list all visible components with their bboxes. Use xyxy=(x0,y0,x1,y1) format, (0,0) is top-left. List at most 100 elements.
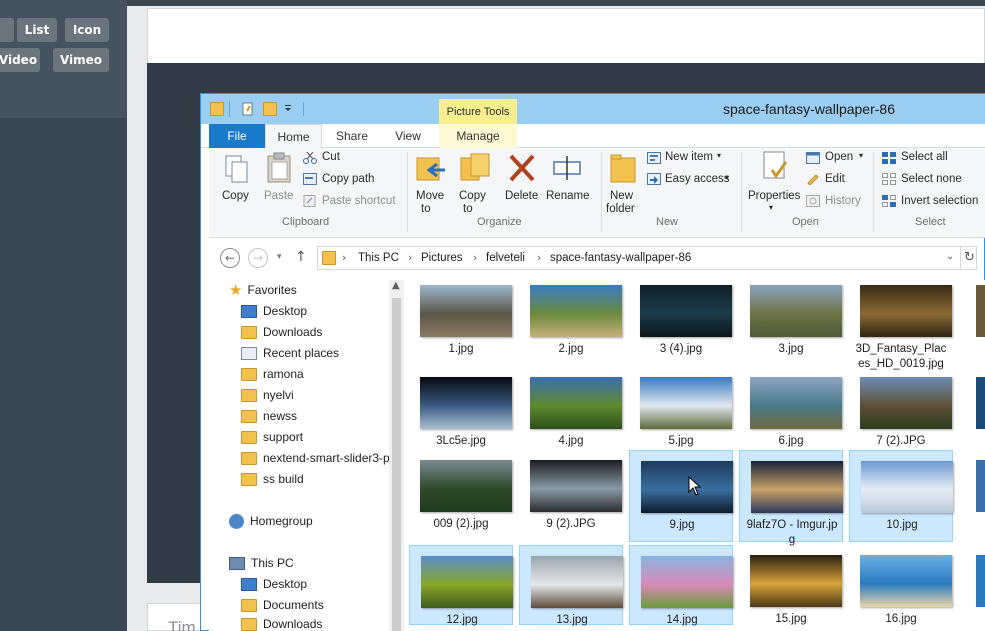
breadcrumb-current-folder[interactable]: space-fantasy-wallpaper-86 xyxy=(550,252,691,264)
move-to-button[interactable]: Move xyxy=(416,190,444,202)
breadcrumb-separator[interactable]: › xyxy=(342,251,346,264)
properties-icon[interactable] xyxy=(241,102,255,116)
properties-button[interactable]: Properties xyxy=(748,190,800,202)
move-to-button-label[interactable]: to xyxy=(421,203,431,215)
file-tile[interactable]: 6.jpg xyxy=(739,367,843,447)
delete-icon[interactable] xyxy=(507,152,537,184)
chevron-down-icon[interactable]: ▾ xyxy=(769,203,773,212)
refresh-icon[interactable]: ↻ xyxy=(964,250,975,265)
nav-item-newss[interactable]: newss xyxy=(241,406,297,426)
recent-locations-chevron-icon[interactable]: ▾ xyxy=(277,252,282,262)
history-button[interactable]: History xyxy=(825,195,861,207)
rename-button[interactable]: Rename xyxy=(546,190,589,202)
copy-to-button-label[interactable]: to xyxy=(463,203,473,215)
delete-button[interactable]: Delete xyxy=(505,190,538,202)
image-thumbnail-partial[interactable] xyxy=(976,460,985,512)
chevron-down-icon[interactable]: ▾ xyxy=(859,151,863,160)
file-tile[interactable]: 3Lc5e.jpg xyxy=(409,367,513,447)
file-tile[interactable]: 12.jpg xyxy=(409,545,513,626)
nav-favorites[interactable]: ★ Favorites xyxy=(229,280,297,300)
navigation-scrollbar[interactable]: ▲ xyxy=(389,280,404,631)
copy-path-button[interactable]: Copy path xyxy=(322,173,374,185)
cut-button[interactable]: Cut xyxy=(322,151,340,163)
file-tile[interactable]: 009 (2).jpg xyxy=(409,450,513,542)
back-arrow-icon[interactable]: ← xyxy=(220,248,240,268)
tab-view[interactable]: View xyxy=(383,124,433,148)
image-thumbnail-partial[interactable] xyxy=(976,555,985,607)
file-tile[interactable]: 9.jpg xyxy=(629,450,733,542)
background-vimeo-button[interactable]: Vimeo xyxy=(53,48,109,72)
file-tile[interactable]: 9 (2).JPG xyxy=(519,450,623,542)
breadcrumb-separator[interactable]: › xyxy=(537,251,541,264)
new-folder-icon[interactable] xyxy=(609,152,637,184)
edit-button[interactable]: Edit xyxy=(825,173,845,185)
nav-pc-downloads[interactable]: Downloads xyxy=(241,616,322,631)
select-none-button[interactable]: Select none xyxy=(901,173,962,185)
nav-item-nyelvi[interactable]: nyelvi xyxy=(241,385,294,405)
file-tile[interactable]: 14.jpg xyxy=(629,545,733,626)
rename-icon[interactable] xyxy=(552,152,582,184)
breadcrumb-pictures[interactable]: Pictures xyxy=(421,252,463,264)
background-video-button[interactable]: Video xyxy=(0,48,40,72)
select-all-button[interactable]: Select all xyxy=(901,151,948,163)
scrollbar-thumb[interactable] xyxy=(392,298,401,631)
chevron-down-icon[interactable] xyxy=(283,102,293,116)
move-to-icon[interactable] xyxy=(415,152,447,184)
address-bar[interactable]: › This PC › Pictures › felveteli › space… xyxy=(317,246,977,270)
file-tile[interactable]: 3D_Fantasy_Places_HD_0019.jpg xyxy=(849,280,953,370)
copy-button[interactable]: Copy xyxy=(222,190,249,202)
new-item-button[interactable]: New item xyxy=(665,151,713,163)
file-tile[interactable]: 4.jpg xyxy=(519,367,623,447)
file-tile[interactable]: 15.jpg xyxy=(739,545,843,625)
tab-home[interactable]: Home xyxy=(265,124,322,149)
file-tile[interactable]: 1.jpg xyxy=(409,280,513,370)
new-folder-icon[interactable] xyxy=(263,102,277,116)
tab-manage[interactable]: Manage xyxy=(439,124,517,148)
file-tile[interactable]: 3.jpg xyxy=(739,280,843,370)
copy-to-button[interactable]: Copy xyxy=(459,190,486,202)
nav-pc-desktop[interactable]: Desktop xyxy=(241,574,307,594)
title-bar[interactable]: Picture Tools space-fantasy-wallpaper-86 xyxy=(201,94,985,124)
tab-file[interactable]: File xyxy=(209,124,265,148)
nav-item-desktop[interactable]: Desktop xyxy=(241,301,307,321)
new-folder-button[interactable]: New xyxy=(610,190,633,202)
file-tile[interactable]: 13.jpg xyxy=(519,545,623,626)
nav-item-downloads[interactable]: Downloads xyxy=(241,322,322,342)
chevron-down-icon[interactable]: ▾ xyxy=(725,173,729,182)
nav-homegroup[interactable]: Homegroup xyxy=(229,511,313,531)
paste-icon[interactable] xyxy=(265,152,293,184)
nav-item-ramona[interactable]: ramona xyxy=(241,364,304,384)
file-tile[interactable]: 16.jpg xyxy=(849,545,953,625)
open-button[interactable]: Open xyxy=(825,151,853,163)
nav-item-ss-build[interactable]: ss build xyxy=(241,469,304,489)
breadcrumb-this-pc[interactable]: This PC xyxy=(358,252,399,264)
file-tile[interactable]: 9lafz7O - Imgur.jpg xyxy=(739,450,843,546)
paste-shortcut-button[interactable]: Paste shortcut xyxy=(322,195,396,207)
invert-selection-button[interactable]: Invert selection xyxy=(901,195,978,207)
file-tile[interactable]: 2.jpg xyxy=(519,280,623,370)
background-list-button[interactable]: List xyxy=(17,18,57,42)
properties-icon[interactable] xyxy=(760,150,790,182)
image-thumbnail-partial[interactable] xyxy=(976,377,985,429)
breadcrumb-felveteli[interactable]: felveteli xyxy=(486,252,525,264)
copy-to-icon[interactable] xyxy=(459,152,491,184)
address-dropdown-chevron-icon[interactable]: ⌄ xyxy=(946,251,954,262)
file-tile[interactable]: 10.jpg xyxy=(849,450,953,542)
nav-item-nextend-smart-slider[interactable]: nextend-smart-slider3-p xyxy=(241,448,389,468)
new-folder-button-label[interactable]: folder xyxy=(606,203,635,215)
easy-access-button[interactable]: Easy access xyxy=(665,173,730,185)
tab-share[interactable]: Share xyxy=(325,124,379,148)
breadcrumb-separator[interactable]: › xyxy=(408,251,412,264)
background-pill-partial[interactable] xyxy=(0,18,14,42)
file-tile[interactable]: 3 (4).jpg xyxy=(629,280,733,370)
up-arrow-icon[interactable]: ↑ xyxy=(295,249,307,265)
nav-item-support[interactable]: support xyxy=(241,427,303,447)
nav-item-recent-places[interactable]: Recent places xyxy=(241,343,339,363)
file-tile[interactable]: 5.jpg xyxy=(629,367,733,447)
copy-icon[interactable] xyxy=(223,154,251,186)
scroll-up-arrow-icon[interactable]: ▲ xyxy=(392,280,400,291)
nav-pc-documents[interactable]: Documents xyxy=(241,595,324,615)
background-icon-button[interactable]: Icon xyxy=(65,18,109,42)
file-tile[interactable]: 7 (2).JPG xyxy=(849,367,953,447)
paste-button[interactable]: Paste xyxy=(264,190,293,202)
